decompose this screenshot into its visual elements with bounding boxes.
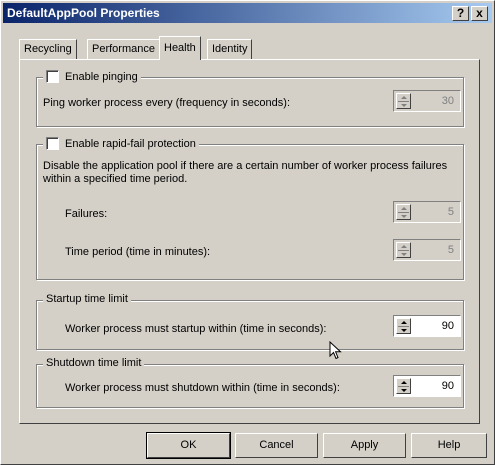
checkbox-box[interactable] [46,137,59,150]
enable-pinging-label: Enable pinging [65,70,138,83]
pinging-group: Enable pinging Ping worker process every… [36,70,464,127]
failures-stepper[interactable]: 5 [393,201,461,223]
ping-frequency-label: Ping worker process every (frequency in … [43,97,290,109]
enable-rapid-fail-checkbox[interactable]: Enable rapid-fail protection [43,137,199,150]
apply-button[interactable]: Apply [323,433,406,458]
startup-time-value[interactable]: 90 [442,320,454,332]
shutdown-group-title: Shutdown time limit [43,357,145,369]
mouse-cursor-icon [329,341,342,360]
help-icon[interactable]: ? [452,6,469,21]
time-period-value: 5 [447,244,454,256]
ping-frequency-stepper[interactable]: 30 [393,90,461,112]
rapid-fail-group: Enable rapid-fail protection Disable the… [36,137,464,280]
spinner-arrows[interactable] [396,93,411,109]
help-button[interactable]: Help [411,433,487,458]
ok-button[interactable]: OK [146,432,231,459]
time-period-label: Time period (time in minutes): [65,246,211,258]
shutdown-time-label: Worker process must shutdown within (tim… [65,382,340,394]
spin-up-icon[interactable] [401,245,407,248]
spin-down-icon[interactable] [401,215,407,218]
spin-up-icon[interactable] [401,381,407,384]
rapid-fail-description: Disable the application pool if there ar… [43,160,448,185]
time-period-stepper[interactable]: 5 [393,239,461,261]
startup-group-label: Startup time limit [46,293,128,305]
spinner-arrows[interactable] [396,242,411,258]
startup-group-title: Startup time limit [43,293,131,305]
spin-down-icon[interactable] [401,329,407,332]
shutdown-group: Shutdown time limit Worker process must … [36,357,464,408]
failures-value: 5 [447,206,454,218]
spinner-arrows[interactable] [396,204,411,220]
shutdown-time-stepper[interactable]: 90 [393,375,461,397]
spin-up-icon[interactable] [401,321,407,324]
enable-rapid-fail-label: Enable rapid-fail protection [65,137,196,150]
tab-panel-health: Enable pinging Ping worker process every… [19,59,480,424]
cancel-button[interactable]: Cancel [235,433,318,458]
startup-time-label: Worker process must startup within (time… [65,323,327,335]
failures-label: Failures: [65,208,108,220]
spin-down-icon[interactable] [401,389,407,392]
properties-dialog: DefaultAppPool Properties ? x Recycling … [0,0,495,465]
spin-down-icon[interactable] [401,253,407,256]
spinner-arrows[interactable] [396,378,411,394]
tab-identity[interactable]: Identity [207,39,253,59]
close-icon[interactable]: x [471,6,488,21]
spin-down-icon[interactable] [401,104,407,107]
checkbox-box[interactable] [46,70,59,83]
spin-up-icon[interactable] [401,96,407,99]
window-title: DefaultAppPool Properties [7,6,160,20]
shutdown-time-value[interactable]: 90 [442,380,454,392]
enable-pinging-checkbox[interactable]: Enable pinging [43,70,141,83]
startup-group: Startup time limit Worker process must s… [36,293,464,350]
title-bar[interactable]: DefaultAppPool Properties ? x [3,3,492,23]
spinner-arrows[interactable] [396,318,411,334]
tab-recycling[interactable]: Recycling [19,39,77,59]
spin-up-icon[interactable] [401,207,407,210]
startup-time-stepper[interactable]: 90 [393,315,461,337]
tab-health[interactable]: Health [159,36,201,60]
shutdown-group-label: Shutdown time limit [46,357,142,369]
ping-frequency-value: 30 [441,95,454,107]
tab-performance[interactable]: Performance [87,39,160,59]
